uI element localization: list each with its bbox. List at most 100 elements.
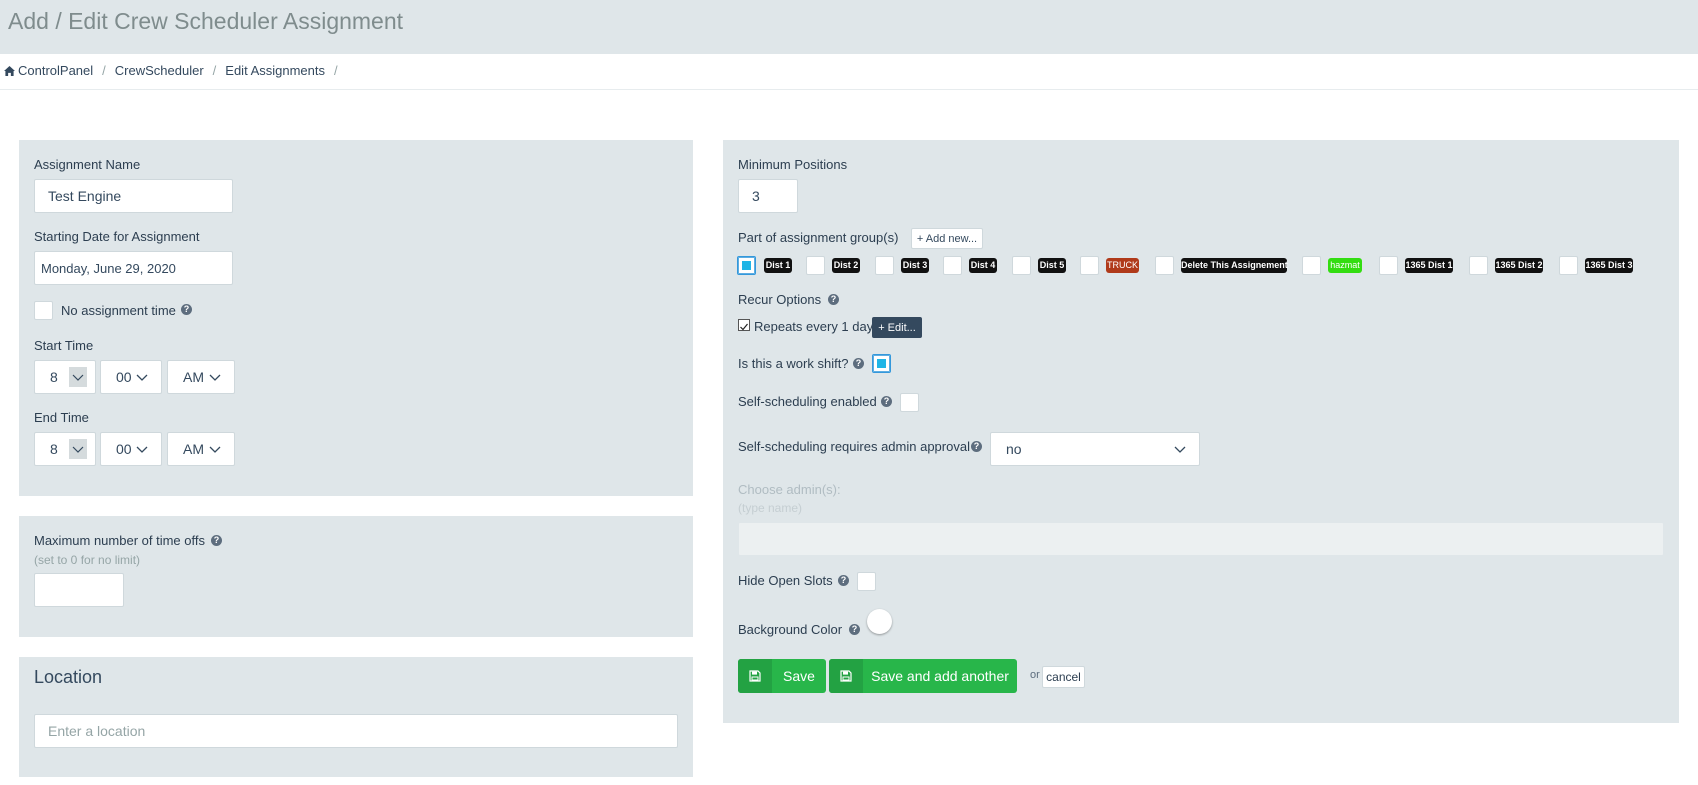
help-icon[interactable]: ? — [849, 624, 860, 635]
repeats-checkbox[interactable] — [738, 319, 750, 331]
group-tag-dist-4: Dist 4 — [969, 258, 997, 273]
time-offs-hint: (set to 0 for no limit) — [34, 553, 141, 567]
time-offs-panel: Maximum number of time offs ? (set to 0 … — [19, 516, 693, 637]
start-time-label: Start Time — [34, 338, 94, 353]
end-ampm-value: AM — [183, 441, 204, 457]
location-title: Location — [34, 667, 103, 687]
help-icon[interactable]: ? — [838, 575, 849, 586]
group-checkbox-1365-dist-3[interactable] — [1559, 256, 1578, 275]
assignment-panel: Assignment Name Test Engine Starting Dat… — [19, 140, 693, 496]
save-button-label: Save — [783, 668, 815, 684]
chevron-down-icon — [209, 374, 221, 381]
work-shift-checkbox[interactable] — [872, 354, 891, 373]
no-assignment-time-checkbox[interactable] — [34, 301, 53, 320]
options-panel: Minimum Positions 3 Part of assignment g… — [723, 140, 1679, 723]
group-checkbox-dist-4[interactable] — [943, 256, 962, 275]
save-button[interactable]: Save — [738, 659, 826, 693]
group-tag-delete-this-assignement: Delete This Assignement — [1181, 258, 1288, 273]
group-checkbox-dist-2[interactable] — [806, 256, 825, 275]
recur-edit-button[interactable]: + Edit... — [872, 317, 922, 338]
work-shift-label: Is this a work shift? — [738, 356, 849, 371]
group-checkbox-dist-3[interactable] — [875, 256, 894, 275]
help-icon[interactable]: ? — [828, 294, 839, 305]
group-tag-truck: TRUCK — [1106, 258, 1139, 273]
background-color-label: Background Color — [738, 622, 843, 637]
hide-open-slots-label: Hide Open Slots — [738, 573, 833, 588]
breadcrumb-crewscheduler[interactable]: CrewScheduler — [115, 63, 204, 78]
add-group-button[interactable]: + Add new... — [911, 228, 983, 249]
group-checkbox-truck[interactable] — [1080, 256, 1099, 275]
end-time-label: End Time — [34, 410, 89, 425]
admin-approval-select[interactable]: no — [990, 432, 1200, 466]
location-panel: Location Enter a location — [19, 657, 693, 777]
time-offs-input[interactable] — [34, 573, 124, 607]
breadcrumb-divider — [0, 89, 1698, 90]
page-header: Add / Edit Crew Scheduler Assignment — [0, 0, 1698, 54]
no-assignment-time-label: No assignment time — [61, 303, 176, 318]
cancel-button[interactable]: cancel — [1042, 666, 1085, 688]
breadcrumb-separator: / — [212, 63, 217, 78]
help-icon[interactable]: ? — [211, 535, 222, 546]
hide-open-slots-checkbox[interactable] — [857, 572, 876, 591]
chevron-down-icon — [69, 367, 87, 387]
start-ampm-select[interactable]: AM — [167, 360, 235, 394]
admin-approval-value: no — [1006, 441, 1022, 457]
end-hour-select[interactable]: 8 — [34, 432, 96, 466]
group-checkbox-dist-5[interactable] — [1012, 256, 1031, 275]
checkmark-icon — [740, 323, 748, 331]
end-ampm-select[interactable]: AM — [167, 432, 235, 466]
breadcrumb-controlpanel[interactable]: ControlPanel — [18, 63, 93, 78]
starting-date-label: Starting Date for Assignment — [34, 229, 200, 244]
starting-date-input[interactable]: Monday, June 29, 2020 — [34, 251, 233, 285]
min-positions-input[interactable]: 3 — [738, 179, 798, 213]
save-icon — [738, 659, 772, 693]
group-tag-1365-dist-3: 1365 Dist 3 — [1585, 258, 1633, 273]
group-tag-dist-3: Dist 3 — [901, 258, 929, 273]
start-minute-select[interactable]: 00 — [100, 360, 162, 394]
start-ampm-value: AM — [183, 369, 204, 385]
breadcrumb-separator: / — [102, 63, 106, 78]
group-tag-1365-dist-2: 1365 Dist 2 — [1495, 258, 1543, 273]
help-icon[interactable]: ? — [853, 358, 864, 369]
start-hour-select[interactable]: 8 — [34, 360, 96, 394]
group-checkbox-1365-dist-1[interactable] — [1379, 256, 1398, 275]
group-checkbox-1365-dist-2[interactable] — [1469, 256, 1488, 275]
time-offs-label: Maximum number of time offs — [34, 533, 205, 548]
chevron-down-icon — [1174, 446, 1186, 453]
choose-admins-label: Choose admin(s): — [738, 482, 841, 497]
assignment-name-input[interactable]: Test Engine — [34, 179, 233, 213]
home-icon — [4, 65, 15, 76]
help-icon[interactable]: ? — [971, 441, 982, 452]
background-color-swatch[interactable] — [867, 609, 892, 634]
assignment-name-label: Assignment Name — [34, 157, 141, 172]
or-text: or — [1030, 669, 1040, 681]
self-scheduling-checkbox[interactable] — [900, 393, 919, 412]
repeats-text: Repeats every 1 days — [754, 319, 880, 334]
start-hour-value: 8 — [50, 369, 58, 385]
breadcrumb: ControlPanel / CrewScheduler / Edit Assi… — [4, 63, 347, 78]
group-checkbox-dist-1[interactable] — [737, 256, 756, 275]
choose-admins-hint: (type name) — [738, 501, 803, 515]
breadcrumb-edit-assignments[interactable]: Edit Assignments — [225, 63, 325, 78]
end-minute-value: 00 — [116, 441, 132, 457]
group-tag-hazmat: hazmat — [1328, 258, 1362, 273]
admin-approval-label: Self-scheduling requires admin approval — [738, 439, 970, 454]
group-checkbox-hazmat[interactable] — [1302, 256, 1321, 275]
choose-admins-input[interactable] — [738, 522, 1664, 556]
save-and-add-another-label: Save and add another — [871, 668, 1009, 684]
group-tag-dist-1: Dist 1 — [764, 258, 792, 273]
group-tag-dist-2: Dist 2 — [832, 258, 860, 273]
chevron-down-icon — [69, 439, 87, 459]
groups-label: Part of assignment group(s) — [738, 230, 899, 245]
chevron-down-icon — [209, 446, 221, 453]
self-scheduling-label: Self-scheduling enabled — [738, 394, 877, 409]
save-and-add-another-button[interactable]: Save and add another — [829, 659, 1017, 693]
help-icon[interactable]: ? — [181, 304, 192, 315]
group-checkbox-delete-this-assignement[interactable] — [1155, 256, 1174, 275]
end-hour-value: 8 — [50, 441, 58, 457]
help-icon[interactable]: ? — [881, 396, 892, 407]
start-minute-value: 00 — [116, 369, 132, 385]
end-minute-select[interactable]: 00 — [100, 432, 162, 466]
group-tag-1365-dist-1: 1365 Dist 1 — [1405, 258, 1453, 273]
location-input[interactable]: Enter a location — [34, 714, 678, 748]
